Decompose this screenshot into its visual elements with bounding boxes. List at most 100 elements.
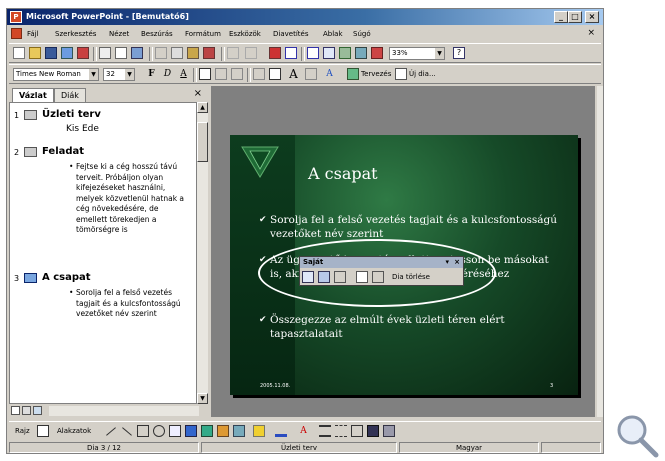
menu-window[interactable]: Ablak (323, 30, 343, 38)
close-pane-icon[interactable]: × (194, 88, 202, 99)
cut-icon[interactable] (155, 47, 167, 59)
insert-textbox-icon[interactable] (323, 47, 335, 59)
insert-table-icon[interactable] (285, 47, 297, 59)
dash-style-icon[interactable] (335, 425, 347, 437)
wordart-icon[interactable] (185, 425, 197, 437)
slide-number-footer: 3 (550, 383, 554, 389)
font-color-button[interactable]: A (323, 68, 336, 81)
close-document-icon[interactable]: × (587, 28, 595, 38)
design-icon[interactable] (347, 68, 359, 80)
scroll-down-icon[interactable]: ▼ (197, 393, 208, 404)
print-icon[interactable] (99, 47, 111, 59)
font-name: Times New Roman (16, 70, 81, 78)
minimize-button[interactable]: _ (554, 11, 568, 23)
normal-view-icon[interactable] (11, 406, 20, 415)
slideshow-view-icon[interactable] (33, 406, 42, 415)
document-icon[interactable] (11, 28, 22, 39)
insert-chart-icon[interactable] (269, 47, 281, 59)
save-icon[interactable] (45, 47, 57, 59)
slide-bullet-3[interactable]: ✔ Összegezze az elmúlt évek üzleti téren… (259, 313, 560, 341)
email-icon[interactable] (77, 47, 89, 59)
3d-icon[interactable] (383, 425, 395, 437)
title-bar: P Microsoft PowerPoint - [Bemutató6] _ □… (7, 9, 603, 25)
menu-tools[interactable]: Eszközök (229, 30, 261, 38)
tab-outline[interactable]: Vázlat (12, 88, 54, 102)
slide-bullet-1[interactable]: ✔ Sorolja fel a felső vezetés tagjait és… (259, 213, 560, 241)
tables-borders-icon[interactable] (307, 47, 319, 59)
shadow-icon[interactable] (367, 425, 379, 437)
clipart-icon[interactable] (217, 425, 229, 437)
menu-insert[interactable]: Beszúrás (141, 30, 173, 38)
increase-font-button[interactable]: A (287, 68, 300, 81)
italic-button[interactable]: D (161, 68, 174, 81)
menu-view[interactable]: Nézet (109, 30, 129, 38)
menu-file[interactable]: Fájl (27, 30, 39, 38)
font-select[interactable]: Times New Roman ▼ (13, 68, 99, 81)
new-document-icon[interactable] (13, 47, 25, 59)
underline-button[interactable]: A (177, 68, 190, 81)
status-design: Üzleti terv (201, 442, 397, 453)
spelling-icon[interactable] (131, 47, 143, 59)
close-window-button[interactable]: × (585, 11, 599, 23)
indent-icon[interactable] (305, 68, 317, 80)
print-preview-icon[interactable] (115, 47, 127, 59)
select-pointer-icon[interactable] (37, 425, 49, 437)
permission-icon[interactable] (61, 47, 73, 59)
line-icon[interactable] (106, 427, 116, 436)
line-color-icon[interactable] (275, 425, 287, 437)
align-center-icon[interactable] (215, 68, 227, 80)
format-painter-icon[interactable] (203, 47, 215, 59)
insert-picture-icon[interactable] (355, 47, 367, 59)
font-color-draw-button[interactable]: A (297, 425, 310, 438)
scroll-up-icon[interactable]: ▲ (197, 102, 208, 113)
arrow-style-icon[interactable] (351, 425, 363, 437)
redo-icon[interactable] (245, 47, 257, 59)
fill-color-icon[interactable] (253, 425, 265, 437)
scroll-thumb[interactable] (197, 122, 208, 162)
align-left-icon[interactable] (199, 68, 211, 80)
magnifier-icon[interactable] (612, 410, 662, 460)
menu-help[interactable]: Súgó (353, 30, 371, 38)
bullets-icon[interactable] (269, 68, 281, 80)
menu-edit[interactable]: Szerkesztés (55, 30, 96, 38)
maximize-button[interactable]: □ (568, 11, 582, 23)
undo-icon[interactable] (227, 47, 239, 59)
powerpoint-app-icon[interactable]: P (10, 11, 22, 23)
align-right-icon[interactable] (231, 68, 243, 80)
slide-scrollbar[interactable] (597, 86, 603, 417)
tab-slides[interactable]: Diák (54, 88, 86, 102)
numbering-icon[interactable] (253, 68, 265, 80)
outline-content[interactable]: 1 Üzleti terv Kis Ede 2 Feladat Fejtse k… (9, 102, 197, 404)
autoshapes-button[interactable]: Alakzatok (57, 427, 91, 435)
help-icon[interactable]: ? (453, 47, 465, 59)
copy-icon[interactable] (171, 47, 183, 59)
paste-icon[interactable] (187, 47, 199, 59)
draw-menu-button[interactable]: Rajz (15, 427, 30, 435)
design-button[interactable]: Tervezés (361, 70, 391, 78)
bold-button[interactable]: F (145, 68, 158, 81)
zoom-select[interactable]: 33% ▼ (389, 47, 445, 60)
menu-slideshow[interactable]: Diavetítés (273, 30, 308, 38)
insert-diagram-icon[interactable] (339, 47, 351, 59)
outline-scrollbar[interactable]: ▲ ▼ (197, 102, 208, 404)
line-style-icon[interactable] (319, 425, 331, 437)
rectangle-icon[interactable] (137, 425, 149, 437)
outline-pane: Vázlat Diák × 1 Üzleti terv Kis Ede 2 Fe… (9, 86, 208, 404)
slide-sorter-icon[interactable] (22, 406, 31, 415)
arrow-icon[interactable] (122, 427, 132, 436)
slide-title: A csapat (42, 272, 91, 283)
new-slide-icon[interactable] (395, 68, 407, 80)
textbox-icon[interactable] (169, 425, 181, 437)
open-folder-icon[interactable] (29, 47, 41, 59)
oval-icon[interactable] (153, 425, 165, 437)
status-spellcheck-icon[interactable] (541, 442, 601, 453)
separator (247, 68, 251, 82)
picture-icon[interactable] (233, 425, 245, 437)
new-slide-button[interactable]: Új dia... (409, 70, 436, 78)
font-size-select[interactable]: 32 ▼ (103, 68, 135, 81)
slide-title-text[interactable]: A csapat (308, 164, 378, 183)
color-grayscale-icon[interactable] (371, 47, 383, 59)
horizontal-scrollbar[interactable] (49, 406, 199, 416)
menu-format[interactable]: Formátum (185, 30, 221, 38)
diagram-icon[interactable] (201, 425, 213, 437)
